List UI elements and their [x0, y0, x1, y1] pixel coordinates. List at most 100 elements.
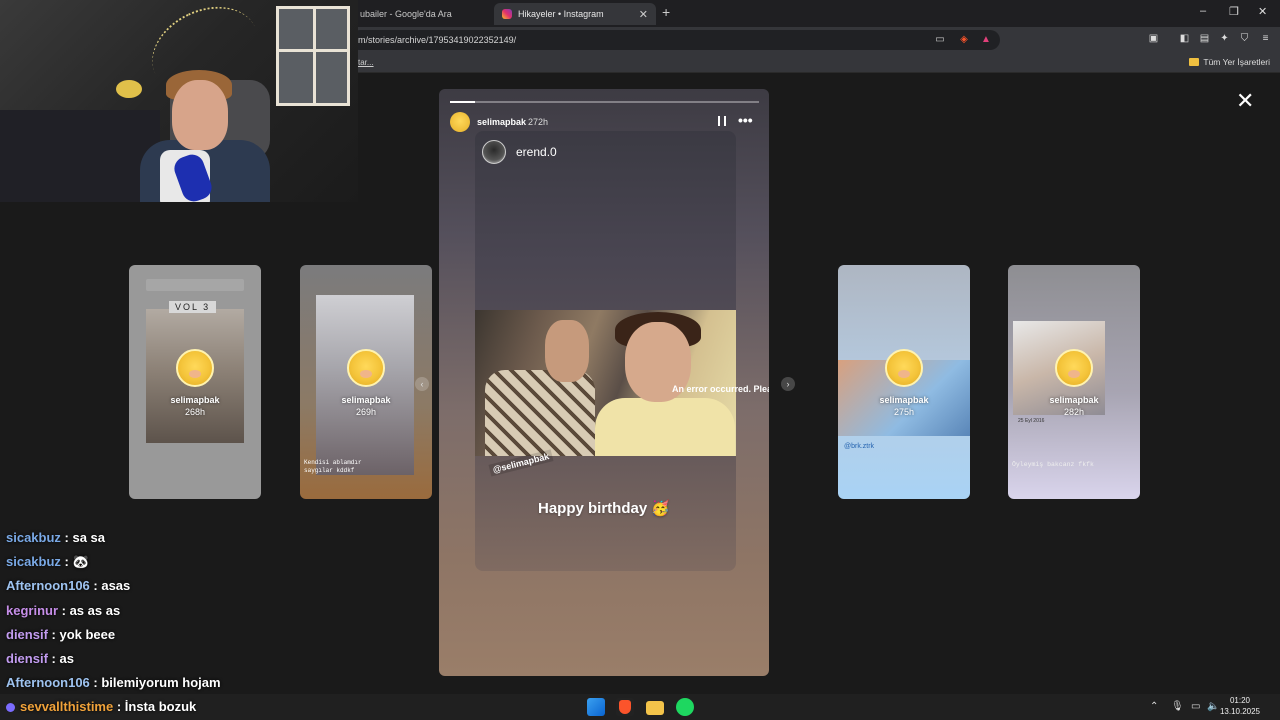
webcam-overlay — [0, 0, 358, 202]
story-preview-overlay-text: Öyleymiş bakcanz fkfk — [1012, 461, 1094, 468]
chat-message: sicakbuz : 🐼 — [6, 554, 366, 578]
chat-text: : yok beee — [47, 626, 116, 642]
tab-search-icon[interactable]: ▣ — [1147, 32, 1160, 45]
story-progress-fill — [450, 101, 475, 103]
story-preview-overlay-text: @brk.ztrk — [844, 443, 875, 450]
story-preview-username: selimapbak — [170, 395, 220, 405]
more-options-icon[interactable]: ••• — [738, 112, 753, 128]
tab-google-search[interactable]: ubailer - Google'da Ara — [352, 3, 492, 25]
story-photo — [475, 310, 736, 456]
story-preview-overlay-text: VOL 3 — [169, 301, 217, 313]
chat-username: kegrinur — [6, 602, 59, 618]
vpn-icon[interactable]: ⛉ — [1238, 32, 1251, 45]
system-clock[interactable]: 01:20 13.10.2025 — [1210, 694, 1270, 717]
chat-text: : bilemiyorum hojam — [89, 675, 221, 691]
spotify-icon[interactable] — [676, 698, 694, 716]
chat-text: : sa sa — [60, 530, 106, 545]
story-preview-username: selimapbak — [1049, 395, 1099, 405]
all-bookmarks-label: Tüm Yer İşaretleri — [1203, 57, 1270, 67]
window-frame — [276, 6, 350, 106]
wallet-icon[interactable]: ▤ — [1198, 32, 1211, 45]
network-icon[interactable]: ▭ — [1191, 701, 1200, 712]
new-tab-button[interactable]: + — [662, 4, 670, 20]
all-bookmarks-folder[interactable]: Tüm Yer İşaretleri — [1189, 57, 1270, 67]
brave-browser-icon[interactable] — [616, 698, 634, 716]
chat-message: sicakbuz : sa sa — [6, 530, 366, 554]
tab-close-icon[interactable]: ✕ — [639, 8, 648, 21]
chevron-up-icon[interactable]: ⌃ — [1150, 701, 1158, 712]
story-preview-3[interactable]: @brk.ztrk selimapbak 275h — [838, 265, 970, 499]
window-close-button[interactable]: ✕ — [1258, 5, 1267, 18]
reposted-username[interactable]: erend.0 — [516, 145, 557, 159]
close-icon[interactable]: ✕ — [1236, 90, 1254, 112]
chat-username: sevvallthistime — [20, 699, 114, 714]
story-preview-date: 25 Eyl 2016 — [1018, 418, 1045, 424]
active-story[interactable]: selimapbak 272h ••• erend.0 An error occ… — [439, 89, 769, 676]
sofa — [0, 110, 160, 202]
brave-rewards-icon[interactable]: ▲ — [980, 34, 992, 46]
story-preview-overlay-text: Kendisi ablamdır saygılar kddkf — [304, 459, 362, 474]
story-preview-username: selimapbak — [341, 395, 391, 405]
chat-text: : asas — [89, 578, 131, 594]
clock-date: 13.10.2025 — [1219, 707, 1261, 716]
chat-text: : as — [47, 650, 74, 666]
chat-username: diensif — [6, 626, 48, 642]
windows-start-icon[interactable] — [587, 698, 605, 716]
sidebar-icon[interactable]: ◧ — [1178, 32, 1191, 45]
story-preview-time: 282h — [1063, 407, 1085, 417]
story-preview-2[interactable]: Kendisi ablamdır saygılar kddkf selimapb… — [300, 265, 432, 499]
avatar — [885, 349, 923, 387]
chat-text: : as as as — [58, 602, 121, 618]
next-story-arrow[interactable]: › — [781, 377, 795, 391]
url-field[interactable]: m/stories/archive/17953419022352149/ ▭ ◈… — [350, 30, 1000, 50]
chat-username: Afternoon106 — [6, 675, 90, 691]
url-text: m/stories/archive/17953419022352149/ — [358, 35, 517, 45]
streamer-face — [172, 80, 228, 150]
bookmark-link[interactable]: tar... — [358, 58, 374, 67]
story-time: 272h — [528, 117, 549, 127]
story-preview-4[interactable]: 25 Eyl 2016 Öyleymiş bakcanz fkfk selima… — [1008, 265, 1140, 499]
tab-label: Hikayeler • Instagram — [518, 9, 604, 19]
instagram-icon — [502, 9, 512, 19]
clock-time: 01:20 — [1229, 696, 1251, 705]
story-preview-1[interactable]: VOL 3 selimapbak 268h — [129, 265, 261, 499]
minimize-button[interactable]: – — [1200, 5, 1206, 17]
avatar — [176, 349, 214, 387]
error-message: An error occurred. Plea — [672, 384, 769, 394]
pause-icon[interactable] — [718, 116, 726, 126]
chat-message: diensif : yok beee — [6, 627, 366, 651]
chat-message: Afternoon106 : asas — [6, 578, 366, 602]
chat-message: kegrinur : as as as — [6, 603, 366, 627]
plush-toy — [116, 80, 142, 98]
folder-icon — [1189, 58, 1200, 66]
live-indicator-icon — [6, 703, 15, 712]
story-preview-time: 268h — [184, 407, 206, 417]
cast-icon[interactable]: ▭ — [934, 34, 946, 46]
story-username[interactable]: selimapbak — [477, 117, 526, 127]
tab-instagram-stories[interactable]: Hikayeler • Instagram ✕ — [494, 3, 656, 25]
photo-detail — [545, 320, 589, 382]
photo-detail — [485, 370, 595, 456]
chat-username: diensif — [6, 650, 48, 666]
chat-message: diensif : as — [6, 651, 366, 675]
previous-story-arrow[interactable]: ‹ — [415, 377, 429, 391]
microphone-icon[interactable]: 🎙 — [1171, 701, 1184, 712]
file-explorer-icon[interactable] — [646, 701, 664, 715]
avatar — [1055, 349, 1093, 387]
avatar — [347, 349, 385, 387]
story-preview-time: 275h — [893, 407, 915, 417]
leo-ai-icon[interactable]: ✦ — [1218, 32, 1231, 45]
brave-shield-icon[interactable]: ◈ — [958, 34, 970, 46]
story-preview-time: 269h — [355, 407, 377, 417]
stream-chat: sicakbuz : sa sa sicakbuz : 🐼 Afternoon1… — [6, 530, 366, 699]
reposted-avatar — [482, 140, 506, 164]
chat-text: : İnsta bozuk — [113, 699, 197, 714]
restore-button[interactable]: ❐ — [1229, 5, 1239, 18]
chat-message: sevvallthistime : İnsta bozuk — [20, 699, 196, 720]
chat-username: Afternoon106 — [6, 578, 90, 594]
tab-label: ubailer - Google'da Ara — [360, 9, 452, 19]
menu-icon[interactable]: ≡ — [1259, 32, 1272, 45]
avatar[interactable] — [450, 112, 470, 132]
chat-text: : 🐼 — [60, 554, 89, 570]
chat-username: sicakbuz — [6, 530, 61, 545]
